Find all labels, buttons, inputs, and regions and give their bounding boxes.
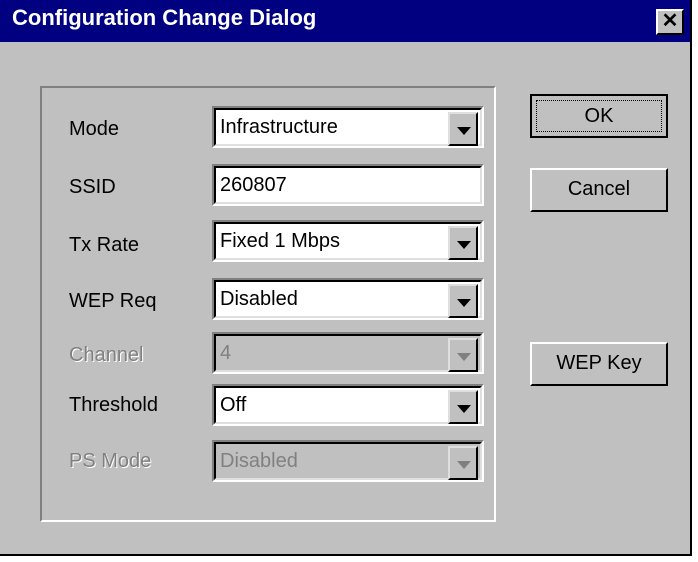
close-button[interactable]: ✕ — [656, 9, 684, 35]
channel-value: 4 — [220, 342, 232, 364]
tx-rate-label: Tx Rate — [69, 234, 140, 256]
threshold-dropdown[interactable]: Off — [212, 384, 484, 426]
chevron-down-icon — [457, 353, 471, 361]
ssid-label: SSID — [69, 176, 116, 198]
dialog-window: Configuration Change Dialog ✕ Mode Infra… — [0, 0, 692, 556]
wep-req-value: Disabled — [220, 288, 298, 310]
ok-button[interactable]: OK — [530, 94, 668, 138]
mode-dropdown-button[interactable] — [448, 112, 478, 146]
tx-rate-value: Fixed 1 Mbps — [220, 230, 341, 252]
ps-mode-dropdown-button — [448, 446, 478, 480]
ps-mode-value: Disabled — [220, 450, 298, 472]
threshold-dropdown-button[interactable] — [448, 390, 478, 424]
chevron-down-icon — [457, 461, 471, 469]
mode-label: Mode — [69, 118, 120, 140]
tx-rate-dropdown-button[interactable] — [448, 226, 478, 260]
threshold-label: Threshold — [69, 394, 158, 416]
channel-label: Channel — [69, 344, 144, 366]
wep-req-dropdown-button[interactable] — [448, 284, 478, 318]
close-icon: ✕ — [661, 10, 679, 32]
window-title: Configuration Change Dialog — [12, 5, 317, 30]
title-bar[interactable]: Configuration Change Dialog ✕ — [0, 0, 690, 42]
wep-key-button[interactable]: WEP Key — [530, 342, 668, 386]
wep-req-label: WEP Req — [69, 290, 157, 312]
ok-button-label: OK — [536, 100, 662, 132]
chevron-down-icon — [457, 127, 471, 135]
channel-dropdown-button — [448, 338, 478, 372]
threshold-value: Off — [220, 394, 247, 416]
ssid-value: 260807 — [220, 174, 287, 196]
chevron-down-icon — [457, 241, 471, 249]
ps-mode-label: PS Mode — [69, 450, 152, 472]
chevron-down-icon — [457, 299, 471, 307]
wep-req-dropdown[interactable]: Disabled — [212, 278, 484, 320]
mode-value: Infrastructure — [220, 116, 338, 138]
ps-mode-dropdown: Disabled — [212, 440, 484, 482]
channel-dropdown: 4 — [212, 332, 484, 374]
chevron-down-icon — [457, 405, 471, 413]
tx-rate-dropdown[interactable]: Fixed 1 Mbps — [212, 220, 484, 262]
ssid-input[interactable]: 260807 — [212, 164, 484, 206]
mode-dropdown[interactable]: Infrastructure — [212, 106, 484, 148]
cancel-button[interactable]: Cancel — [530, 168, 668, 212]
